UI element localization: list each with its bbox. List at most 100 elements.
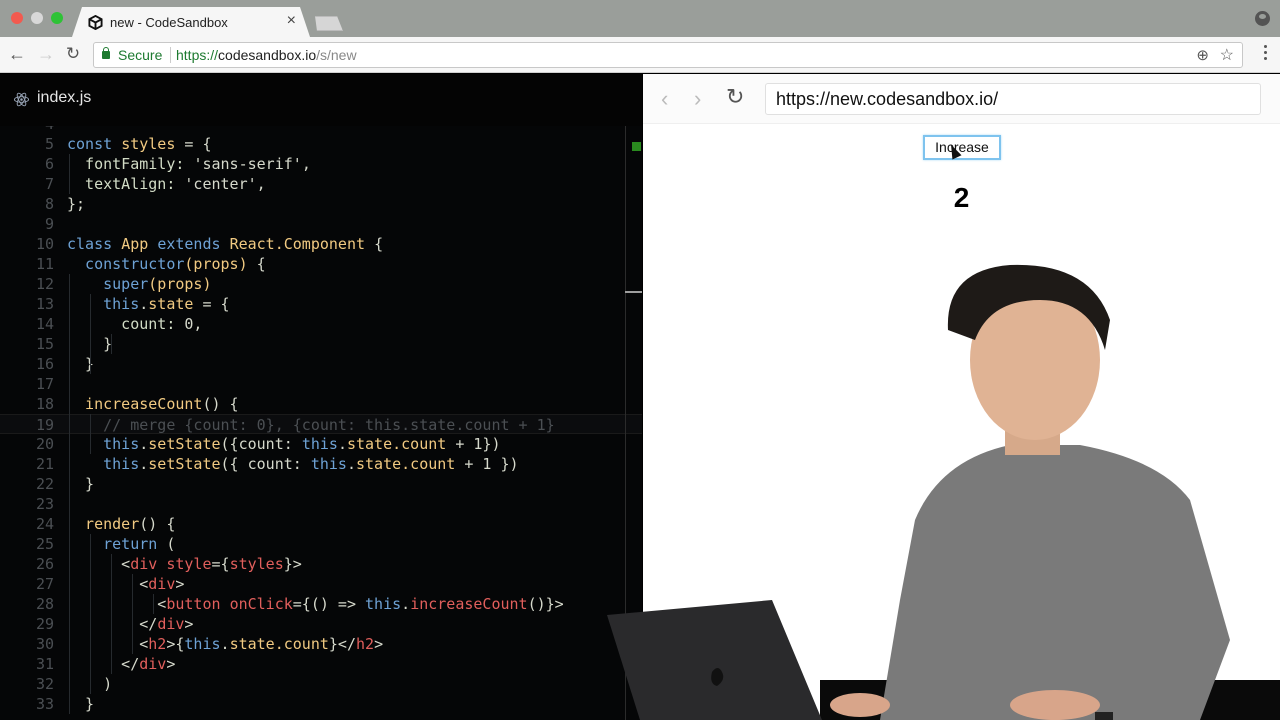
code-token: setState: [148, 455, 221, 473]
maximize-window-button[interactable]: [51, 12, 63, 24]
code-text: count: 0,: [67, 314, 202, 334]
code-token: // merge {count: 0}, {count: this.state.…: [67, 416, 555, 434]
reload-icon[interactable]: ↻: [63, 44, 83, 64]
code-line[interactable]: 28 <button onClick={() => this.increaseC…: [0, 594, 642, 614]
indent-guide: [111, 554, 112, 674]
code-token: + 1 }): [455, 455, 519, 473]
code-line[interactable]: 27 <div>: [0, 574, 642, 594]
code-token: button: [166, 595, 230, 613]
line-number: 11: [35, 255, 54, 273]
code-line[interactable]: 8};: [0, 194, 642, 214]
code-line[interactable]: 13 this.state = {: [0, 294, 642, 314]
close-window-button[interactable]: [11, 12, 23, 24]
code-line[interactable]: 9: [0, 214, 642, 234]
indent-guide: [90, 414, 91, 454]
code-token: </: [67, 615, 158, 633]
preview-forward-icon[interactable]: ›: [694, 86, 701, 112]
code-token: .: [139, 455, 149, 473]
code-token: fontFamily:: [67, 155, 194, 173]
code-token: onClick: [229, 595, 293, 613]
code-line[interactable]: 29 </div>: [0, 614, 642, 634]
code-line[interactable]: 4: [0, 126, 642, 134]
codesandbox-cube-icon: [88, 15, 103, 30]
code-line[interactable]: 11 constructor(props) {: [0, 254, 642, 274]
code-token: </: [67, 655, 140, 673]
browser-menu-icon[interactable]: [1264, 45, 1268, 63]
code-token: };: [67, 195, 86, 213]
code-token: >: [175, 575, 185, 593]
code-line[interactable]: 33 }: [0, 694, 642, 714]
line-number: 17: [35, 375, 54, 393]
forward-arrow-icon[interactable]: →: [36, 44, 56, 65]
line-number: 14: [35, 315, 54, 333]
address-url[interactable]: https://codesandbox.io/s/new: [176, 47, 357, 63]
preview-url-input[interactable]: https://new.codesandbox.io/: [765, 83, 1261, 115]
code-token: <: [67, 555, 131, 573]
indent-guide: [69, 274, 70, 714]
code-line[interactable]: 20 this.setState({count: this.state.coun…: [0, 434, 642, 454]
code-line[interactable]: 18 increaseCount() {: [0, 394, 642, 414]
code-line[interactable]: 10 class App extends React.Component {: [0, 234, 642, 254]
tab-close-icon[interactable]: ×: [287, 12, 296, 30]
code-text: <button onClick={() => this.increaseCoun…: [67, 594, 563, 614]
preview-reload-icon[interactable]: ↻: [726, 84, 744, 110]
indent-guide: [90, 534, 91, 694]
code-line[interactable]: 12 super(props): [0, 274, 642, 294]
browser-tab[interactable]: new - CodeSandbox ×: [72, 7, 310, 37]
code-line[interactable]: 26 <div style={styles}>: [0, 554, 642, 574]
preview-back-icon[interactable]: ‹: [661, 86, 668, 112]
code-token: App: [121, 235, 158, 253]
profile-icon[interactable]: [1255, 11, 1270, 26]
code-token: = {: [175, 135, 212, 153]
code-line[interactable]: 22 }: [0, 474, 642, 494]
code-line[interactable]: 24 render() {: [0, 514, 642, 534]
code-token: textAlign:: [67, 175, 185, 193]
line-number: 20: [35, 435, 54, 453]
code-line[interactable]: 31 </div>: [0, 654, 642, 674]
url-host: codesandbox.io: [218, 47, 317, 63]
file-tab[interactable]: index.js: [0, 74, 642, 124]
zoom-icon[interactable]: ⊕: [1196, 46, 1209, 64]
secure-label: Secure: [118, 47, 163, 63]
code-token: () {: [139, 515, 176, 533]
code-line[interactable]: 6 fontFamily: 'sans-serif',: [0, 154, 642, 174]
code-token: state.count: [356, 455, 456, 473]
code-token: >: [184, 615, 194, 633]
code-line[interactable]: 30 <h2>{this.state.count}</h2>: [0, 634, 642, 654]
code-token: >: [374, 635, 384, 653]
code-token: () {: [202, 395, 239, 413]
scrollbar-thumb[interactable]: [625, 291, 642, 293]
preview-navigation-bar: ‹ › ↻ https://new.codesandbox.io/: [643, 74, 1280, 124]
code-token: state.count: [229, 635, 329, 653]
code-token: ({ count:: [220, 455, 311, 473]
increase-button[interactable]: Increase: [923, 135, 1001, 160]
code-text: }: [67, 694, 94, 714]
bookmark-star-icon[interactable]: ☆: [1220, 45, 1234, 65]
code-area[interactable]: 33 } 32 ) 31 </div> 30 <h2>{this.state.coun…: [0, 126, 642, 720]
code-line[interactable]: 32 ): [0, 674, 642, 694]
code-line[interactable]: 19 // merge {count: 0}, {count: this.sta…: [0, 414, 642, 434]
code-text: render() {: [67, 514, 175, 534]
code-text: this.setState({ count: this.state.count …: [67, 454, 519, 474]
address-bar[interactable]: Secure https://codesandbox.io/s/new ⊕ ☆: [93, 42, 1243, 68]
scrollbar-track[interactable]: [625, 126, 626, 720]
code-line[interactable]: 17: [0, 374, 642, 394]
code-editor: index.js 33 } 32 ) 31 </div> 30 <h2>{this.s…: [0, 74, 642, 720]
code-line[interactable]: 25 return (: [0, 534, 642, 554]
code-line[interactable]: 5 const styles = {: [0, 134, 642, 154]
line-number: 16: [35, 355, 54, 373]
url-scheme: https://: [176, 47, 219, 63]
code-token: {: [256, 255, 266, 273]
new-tab-button[interactable]: [315, 16, 343, 31]
code-line[interactable]: 14 count: 0,: [0, 314, 642, 334]
code-text: return (: [67, 534, 175, 554]
back-arrow-icon[interactable]: ←: [7, 44, 27, 65]
count-heading: 2: [953, 182, 970, 213]
code-line[interactable]: 21 this.setState({ count: this.state.cou…: [0, 454, 642, 474]
line-number: 27: [35, 575, 54, 593]
code-line[interactable]: 23: [0, 494, 642, 514]
code-line[interactable]: 7 textAlign: 'center',: [0, 174, 642, 194]
code-line[interactable]: 15 }: [0, 334, 642, 354]
minimize-window-button[interactable]: [31, 12, 43, 24]
code-line[interactable]: 16 }: [0, 354, 642, 374]
